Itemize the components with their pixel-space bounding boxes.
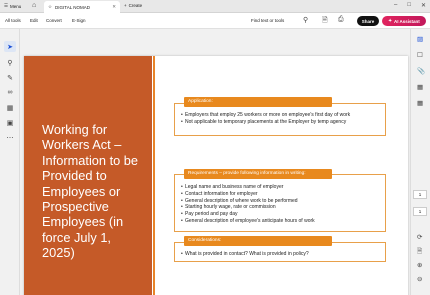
select-cursor-icon[interactable]: ➤ <box>4 41 16 52</box>
list-item: Starting hourly wage, rate or commission <box>181 204 377 211</box>
text-select-icon[interactable]: ▦ <box>4 102 16 113</box>
lasso-icon[interactable]: ∞ <box>4 87 16 98</box>
page-number-indicator[interactable]: 1 <box>413 190 427 199</box>
hamburger-icon: ☰ <box>4 3 9 8</box>
share-label: Share <box>361 18 375 24</box>
document-canvas: Working for Workers Act – Information to… <box>20 29 410 295</box>
application-header: Application: <box>184 97 332 107</box>
page-total-indicator: 1 <box>413 207 427 216</box>
stamp-icon[interactable]: ▣ <box>4 117 16 128</box>
requirements-list: Legal name and business name of employer… <box>181 184 377 225</box>
minimize-icon[interactable]: – <box>394 2 397 9</box>
find-text-tools[interactable]: Find text or tools <box>251 18 284 23</box>
list-item: What is provided in contact? What is pro… <box>181 251 377 258</box>
more-icon[interactable]: ⋯ <box>4 132 16 143</box>
tab-title: DIGITAL NOMAD <box>55 4 91 10</box>
pen-icon[interactable]: ✎ <box>4 72 16 83</box>
list-item: General description of where work to be … <box>181 198 377 205</box>
requirements-box: Legal name and business name of employer… <box>174 174 386 232</box>
home-icon[interactable]: ⌂ <box>32 2 36 9</box>
attachment-icon[interactable]: 📎 <box>417 67 425 75</box>
star-icon[interactable]: ☆ <box>48 4 52 10</box>
edit-menu[interactable]: Edit <box>30 18 38 23</box>
layers-icon[interactable]: ▦ <box>417 83 423 91</box>
zoom-icon[interactable]: ⚲ <box>4 57 16 68</box>
comment-panel-icon[interactable]: ▨ <box>417 35 423 43</box>
menu-label: Menu <box>10 3 22 9</box>
bookmark-icon[interactable]: ☐ <box>417 51 423 59</box>
ai-assistant-label: AI Assistant <box>393 18 420 24</box>
list-item: Contact information for employer <box>181 191 377 198</box>
requirements-header: Requirements – provide following informa… <box>184 169 332 179</box>
slide-title: Working for Workers Act – Information to… <box>42 122 139 261</box>
esign-menu[interactable]: E-Sign <box>72 18 86 23</box>
save-copy-icon[interactable]: 🗎 <box>417 247 422 258</box>
tab-bar: ☰ Menu ⌂ ☆ DIGITAL NOMAD ✕ + Create – □ … <box>0 0 430 13</box>
create-label: Create <box>128 3 143 8</box>
pdf-page: Working for Workers Act – Information to… <box>24 56 408 295</box>
list-item: Employers that employ 25 workers or more… <box>181 112 377 119</box>
tab-digital-nomad[interactable]: ☆ DIGITAL NOMAD ✕ <box>44 1 120 13</box>
grid-icon[interactable]: ▦ <box>417 99 423 107</box>
title-panel: Working for Workers Act – Information to… <box>24 56 152 295</box>
all-tools-menu[interactable]: All tools <box>5 18 21 23</box>
list-item: Legal name and business name of employer <box>181 184 377 191</box>
rotate-icon[interactable]: ⟳ <box>417 233 422 241</box>
zoom-out-icon[interactable]: ⊖ <box>417 275 422 283</box>
divider-line <box>153 56 155 295</box>
main-toolbar: All tools Edit Convert E-Sign Find text … <box>0 13 430 29</box>
convert-menu[interactable]: Convert <box>46 18 62 23</box>
list-item: Pay period and pay day <box>181 211 377 218</box>
search-icon[interactable]: ⚲ <box>303 16 308 24</box>
close-window-icon[interactable]: ✕ <box>421 2 426 9</box>
maximize-icon[interactable]: □ <box>407 2 411 9</box>
ai-assistant-button[interactable]: ✦ AI Assistant <box>382 16 426 26</box>
create-tab-button[interactable]: + Create <box>124 3 142 8</box>
left-tool-rail: ➤ ⚲ ✎ ∞ ▦ ▣ ⋯ <box>0 29 20 295</box>
share-button[interactable]: Share <box>357 16 379 26</box>
menu-button[interactable]: ☰ Menu <box>4 3 21 9</box>
print-icon[interactable]: ⎙ <box>338 16 344 24</box>
application-box: Employers that employ 25 workers or more… <box>174 103 386 136</box>
right-tool-rail: ▨ ☐ 📎 ▦ ▦ ⟳ 🗎 ⊕ ⊖ <box>410 29 430 295</box>
plus-icon: + <box>124 3 127 8</box>
close-tab-icon[interactable]: ✕ <box>112 4 116 10</box>
considerations-header: Considerations: <box>184 236 332 246</box>
window-controls: – □ ✕ <box>394 2 426 9</box>
save-icon[interactable]: 🗎 <box>322 16 328 27</box>
application-list: Employers that employ 25 workers or more… <box>181 112 377 126</box>
sparkle-icon: ✦ <box>388 18 392 23</box>
list-item: Not applicable to temporary placements a… <box>181 119 377 126</box>
list-item: General description of employee's antici… <box>181 218 377 225</box>
zoom-in-icon[interactable]: ⊕ <box>417 261 422 269</box>
considerations-list: What is provided in contact? What is pro… <box>181 251 377 258</box>
